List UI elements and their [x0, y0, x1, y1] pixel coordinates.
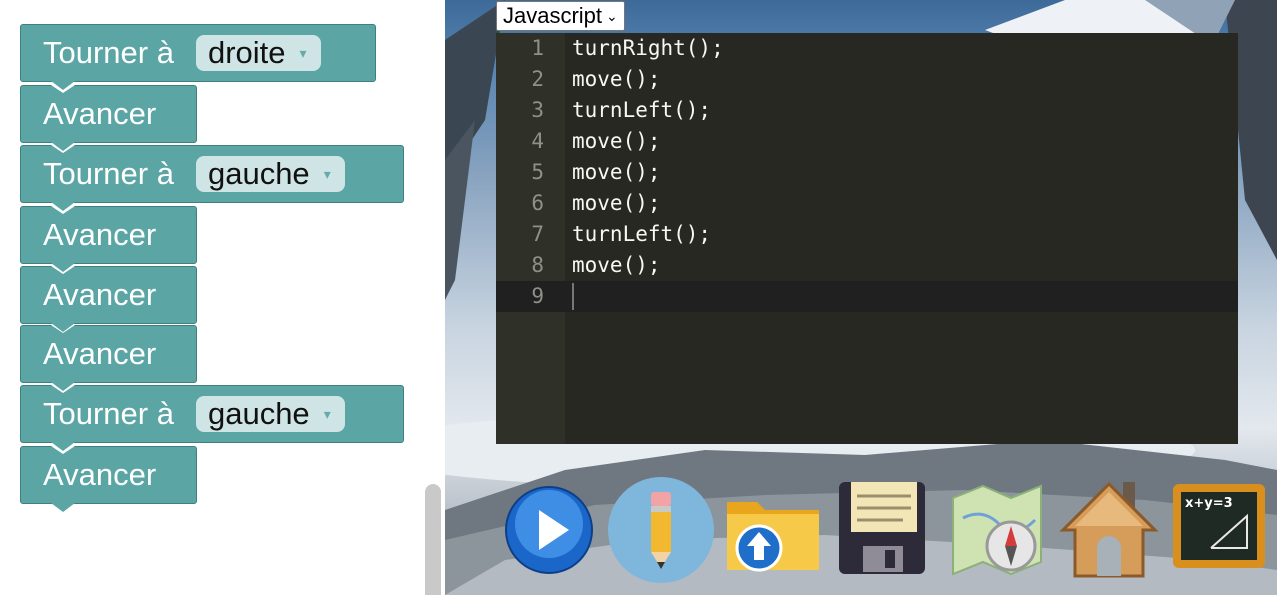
direction-dropdown[interactable]: gauche ▾	[195, 156, 345, 192]
block-label: Avancer	[43, 96, 157, 131]
play-icon[interactable]	[503, 484, 595, 576]
block-turn-left[interactable]: Tourner à gauche ▾	[20, 145, 404, 211]
code-line[interactable]: 7 turnLeft();	[496, 219, 1238, 250]
block-label: Tourner à	[43, 396, 174, 431]
block-move[interactable]: Avancer	[20, 325, 197, 391]
code-line[interactable]: 1 turnRight();	[496, 33, 1238, 64]
block-label: Avancer	[43, 457, 157, 492]
math-blackboard-icon[interactable]: x+y=3	[1171, 482, 1267, 570]
dropdown-arrow-icon: ▾	[323, 405, 331, 422]
language-select-value: Javascript	[503, 3, 603, 28]
code-text[interactable]: turnLeft();	[572, 95, 711, 126]
code-line[interactable]: 6 move();	[496, 188, 1238, 219]
folder-upload-icon[interactable]	[723, 488, 823, 578]
direction-dropdown[interactable]: gauche ▾	[195, 396, 345, 432]
code-line[interactable]: 3 turnLeft();	[496, 95, 1238, 126]
block-move[interactable]: Avancer	[20, 266, 197, 332]
text-cursor	[572, 283, 574, 310]
block-label: Avancer	[43, 336, 157, 371]
code-line[interactable]: 8 move();	[496, 250, 1238, 281]
line-number: 4	[531, 129, 544, 153]
code-text[interactable]: move();	[572, 64, 661, 95]
code-line[interactable]: 5 move();	[496, 157, 1238, 188]
line-number: 6	[531, 191, 544, 215]
code-line[interactable]: 4 move();	[496, 126, 1238, 157]
dropdown-value: gauche	[207, 396, 310, 431]
blackboard-formula: x+y=3	[1185, 496, 1233, 511]
code-text[interactable]: move();	[572, 188, 661, 219]
line-number: 5	[531, 160, 544, 184]
workspace-scrollbar[interactable]	[425, 484, 441, 595]
direction-dropdown[interactable]: droite ▾	[195, 35, 321, 71]
map-compass-icon[interactable]	[947, 478, 1047, 582]
line-number: 8	[531, 253, 544, 277]
block-move[interactable]: Avancer	[20, 85, 197, 151]
block-move[interactable]: Avancer	[20, 206, 197, 272]
save-floppy-icon[interactable]	[833, 476, 931, 580]
block-turn-right[interactable]: Tourner à droite ▾	[20, 24, 376, 90]
line-number: 9	[531, 284, 544, 308]
dock: x+y=3	[445, 470, 1277, 595]
block-label: Avancer	[43, 277, 157, 312]
line-number: 3	[531, 98, 544, 122]
language-select[interactable]: Javascript ⌄	[496, 1, 625, 31]
code-text[interactable]: move();	[572, 126, 661, 157]
chevron-down-icon: ⌄	[606, 7, 618, 24]
code-line[interactable]: 2 move();	[496, 64, 1238, 95]
block-label: Tourner à	[43, 156, 174, 191]
block-label: Tourner à	[43, 35, 174, 70]
code-editor[interactable]: 1 turnRight(); 2 move(); 3 turnLeft(); 4…	[496, 33, 1238, 444]
line-number: 7	[531, 222, 544, 246]
code-text[interactable]: move();	[572, 157, 661, 188]
code-text[interactable]: move();	[572, 250, 661, 281]
code-line-active[interactable]: 9	[496, 281, 1238, 312]
dropdown-arrow-icon: ▾	[299, 44, 307, 61]
block-label: Avancer	[43, 217, 157, 252]
home-icon[interactable]	[1059, 476, 1159, 582]
code-text[interactable]: turnRight();	[572, 33, 724, 64]
line-number: 2	[531, 67, 544, 91]
block-turn-left[interactable]: Tourner à gauche ▾	[20, 385, 404, 451]
pencil-icon[interactable]	[607, 476, 715, 584]
blockly-workspace[interactable]: Tourner à droite ▾ Avancer Tourner à gau…	[0, 0, 445, 595]
line-number: 1	[531, 36, 544, 60]
code-text[interactable]: turnLeft();	[572, 219, 711, 250]
block-move[interactable]: Avancer	[20, 446, 197, 512]
dropdown-value: droite	[207, 35, 286, 70]
dropdown-value: gauche	[207, 156, 310, 191]
dropdown-arrow-icon: ▾	[323, 165, 331, 182]
